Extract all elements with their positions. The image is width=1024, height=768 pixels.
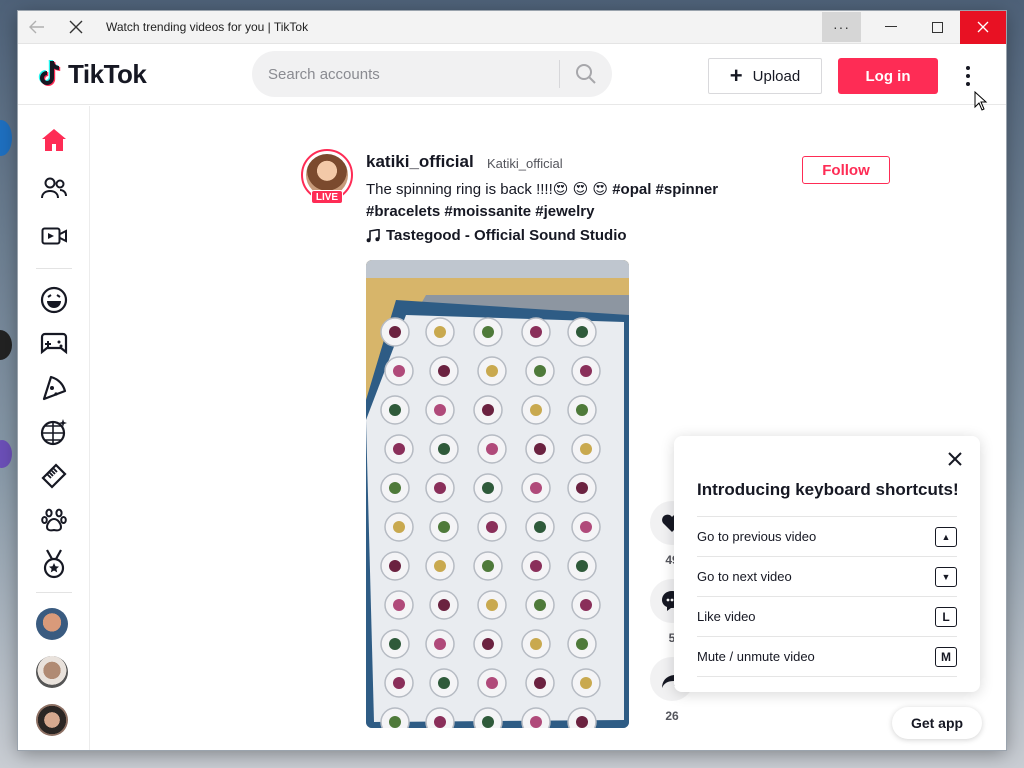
sidebar-item-food[interactable] [36, 370, 72, 406]
sidebar-item-live[interactable] [36, 218, 72, 254]
sidebar-divider [36, 592, 72, 593]
shortcut-row: Like video L [697, 597, 957, 637]
login-button[interactable]: Log in [838, 58, 938, 94]
sidebar-item-gaming[interactable] [36, 326, 72, 362]
shortcut-label: Mute / unmute video [697, 649, 815, 664]
caption-text: The spinning ring is back !!!! [366, 181, 553, 198]
minimize-button[interactable] [868, 11, 914, 44]
music-title: Tastegood - Official Sound Studio [386, 227, 627, 244]
arrow-up-key-icon: ▲ [935, 526, 957, 547]
caption-emojis: 😍 😍 😍 [552, 181, 609, 198]
medal-icon [43, 549, 65, 579]
upload-label: Upload [752, 67, 801, 85]
l-key-icon: L [935, 606, 957, 627]
search-button[interactable] [560, 51, 612, 97]
comb-icon [41, 463, 67, 489]
post-caption: The spinning ring is back !!!!😍 😍 😍 #opa… [366, 179, 766, 223]
plus-icon: + [729, 63, 743, 88]
close-icon[interactable] [946, 450, 964, 468]
keyboard-shortcuts-popup: Introducing keyboard shortcuts! Go to pr… [674, 436, 980, 692]
post-username[interactable]: katiki_official [366, 152, 474, 172]
desktop-icon [0, 330, 12, 360]
desktop-icon [0, 120, 12, 156]
hashtag-link[interactable]: #spinner [656, 181, 719, 198]
sidebar [18, 106, 90, 750]
shortcut-row: Go to next video ▼ [697, 557, 957, 597]
stop-loading-icon[interactable] [56, 11, 96, 44]
paw-icon [41, 508, 67, 532]
shortcuts-title: Introducing keyboard shortcuts! [697, 480, 959, 499]
shortcuts-list: Go to previous video ▲ Go to next video … [697, 516, 957, 677]
search-bar [252, 51, 612, 97]
kebab-menu-icon[interactable] [964, 64, 972, 88]
shortcut-row: Go to previous video ▲ [697, 517, 957, 557]
account-avatar[interactable] [36, 704, 68, 736]
account-avatar[interactable] [36, 608, 68, 640]
post-nickname: Katiki_official [487, 156, 563, 171]
tiktok-logo-icon [38, 59, 61, 86]
get-app-button[interactable]: Get app [892, 707, 982, 739]
smile-icon [40, 286, 68, 314]
pizza-icon [42, 375, 67, 401]
shortcut-row: Mute / unmute video M [697, 637, 957, 677]
search-input[interactable] [252, 51, 559, 97]
desktop-icon [0, 440, 12, 468]
logo-text: TikTok [68, 58, 147, 89]
live-badge: LIVE [311, 190, 343, 204]
title-bar: Watch trending videos for you | TikTok ·… [18, 11, 1006, 44]
shortcut-label: Go to next video [697, 569, 792, 584]
disco-ball-icon [40, 419, 67, 446]
share-count: 26 [665, 709, 679, 723]
search-icon [576, 64, 596, 84]
gamepad-icon [40, 332, 68, 355]
video-frame [366, 260, 629, 728]
hashtag-link[interactable]: #moissanite [444, 203, 531, 220]
home-icon [42, 129, 66, 151]
m-key-icon: M [935, 646, 957, 667]
back-arrow-icon[interactable] [18, 11, 56, 44]
app-window: Watch trending videos for you | TikTok ·… [18, 11, 1006, 750]
mouse-cursor-icon [974, 91, 988, 111]
maximize-button[interactable] [914, 11, 960, 44]
hashtag-link[interactable]: #bracelets [366, 203, 440, 220]
tiktok-logo[interactable]: TikTok [38, 59, 228, 90]
video-player[interactable] [366, 260, 629, 728]
hashtag-link[interactable]: #opal [612, 181, 651, 198]
live-video-icon [41, 227, 67, 245]
arrow-down-key-icon: ▼ [935, 566, 957, 587]
hashtag-link[interactable]: #jewelry [535, 203, 594, 220]
account-avatar[interactable] [36, 656, 68, 688]
music-note-icon [366, 228, 380, 242]
sidebar-divider [36, 268, 72, 269]
more-options-button[interactable]: ··· [822, 12, 861, 42]
shortcut-label: Go to previous video [697, 529, 817, 544]
sidebar-item-home[interactable] [36, 122, 72, 158]
close-window-button[interactable] [960, 11, 1006, 44]
sidebar-item-following[interactable] [36, 170, 72, 206]
upload-button[interactable]: + Upload [708, 58, 822, 94]
shortcut-label: Like video [697, 609, 756, 624]
sidebar-item-sports[interactable] [36, 546, 72, 582]
following-icon [41, 177, 67, 199]
sidebar-item-dance[interactable] [36, 414, 72, 450]
music-link[interactable]: Tastegood - Official Sound Studio [366, 227, 627, 244]
follow-button[interactable]: Follow [802, 156, 890, 184]
window-title: Watch trending videos for you | TikTok [106, 20, 309, 34]
app-header: TikTok + Upload Log in [18, 44, 1006, 111]
sidebar-item-comedy[interactable] [36, 282, 72, 318]
sidebar-item-beauty[interactable] [36, 458, 72, 494]
sidebar-item-animals[interactable] [36, 502, 72, 538]
